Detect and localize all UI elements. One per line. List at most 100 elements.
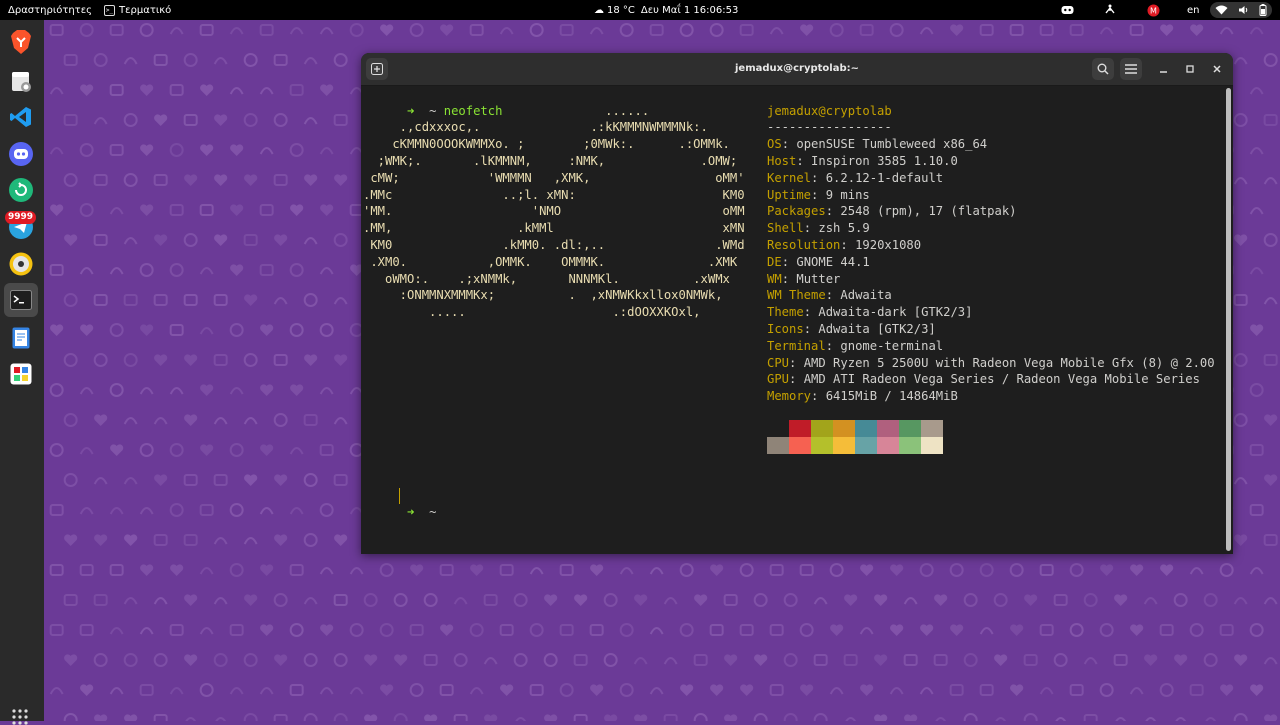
gmail-tray-icon[interactable]: M: [1146, 3, 1160, 17]
ascii-art-line: ..... .:dOOXXKOxl,: [363, 305, 701, 320]
user-host-label: jemadux@cryptolab: [767, 103, 892, 118]
palette-swatch: [767, 420, 789, 437]
info-value: Mutter: [796, 271, 841, 286]
dock-software[interactable]: [7, 360, 35, 388]
close-button[interactable]: [1206, 58, 1228, 80]
maximize-button[interactable]: [1179, 58, 1201, 80]
info-value: AMD Ryzen 5 2500U with Radeon Vega Mobil…: [803, 355, 1215, 370]
wifi-icon: [1215, 5, 1228, 15]
dock-discord[interactable]: [7, 140, 35, 168]
info-value: Adwaita [GTK2/3]: [818, 321, 936, 336]
palette-swatch: [833, 437, 855, 454]
info-value: GNOME 44.1: [796, 254, 870, 269]
ascii-art-line: .XM0. ,OMMK. OMMMK. .XMK: [363, 254, 738, 269]
software-center-icon: [10, 363, 32, 385]
activities-button[interactable]: Δραστηριότητες: [8, 0, 92, 20]
activities-label: Δραστηριότητες: [8, 4, 92, 16]
palette-swatch: [899, 437, 921, 454]
maximize-icon: [1186, 65, 1194, 73]
dock-file-manager[interactable]: [7, 67, 35, 95]
palette-swatch: [899, 420, 921, 437]
info-row: WM Theme: Adwaita: [767, 288, 892, 303]
info-row: Packages: 2548 (rpm), 17 (flatpak): [767, 204, 1017, 219]
info-row: Shell: zsh 5.9: [767, 221, 870, 236]
info-row: Memory: 6415MiB / 14864MiB: [767, 389, 958, 404]
hamburger-menu-icon: [1125, 64, 1137, 74]
vscode-icon: [10, 107, 31, 127]
separator-line: -----------------: [767, 120, 892, 135]
info-key: CPU: [767, 355, 790, 370]
info-value: zsh 5.9: [818, 221, 870, 236]
info-row: Terminal: gnome-terminal: [767, 338, 944, 353]
palette-swatch: [767, 437, 789, 454]
accessibility-tray-icon[interactable]: [1103, 3, 1117, 17]
ascii-art-line: .,cdxxxoc,. .:kKMMMNWMMMNk:.: [363, 120, 708, 135]
terminal-window[interactable]: jemadux@cryptolab:~ ➜ ~ neofetch ......: [361, 53, 1233, 554]
dock-text-editor[interactable]: [7, 324, 35, 352]
info-key: GPU: [767, 372, 790, 387]
info-key: Memory: [767, 389, 812, 404]
info-key: OS: [767, 137, 782, 152]
info-key: WM Theme: [767, 288, 826, 303]
info-row: OS: openSUSE Tumbleweed x86_64: [767, 137, 988, 152]
palette-swatch: [921, 437, 943, 454]
close-icon: [1213, 65, 1221, 73]
telegram-unread-badge: 9999: [5, 211, 37, 224]
datetime-label: Δευ Μαΐ 1 16:06:53: [640, 4, 739, 16]
info-key: Host: [767, 153, 797, 168]
app-menu[interactable]: >_ Τερματικό: [104, 0, 171, 20]
info-row: CPU: AMD Ryzen 5 2500U with Radeon Vega …: [767, 355, 1215, 370]
info-value: openSUSE Tumbleweed x86_64: [796, 137, 988, 152]
terminal-headerbar[interactable]: jemadux@cryptolab:~: [361, 53, 1233, 86]
language-indicator[interactable]: en: [1187, 0, 1200, 20]
palette-swatch: [811, 420, 833, 437]
ascii-art-line: oWMO:. .;xNMMk, NNNMKl. .xWMx: [363, 271, 730, 286]
show-apps-icon[interactable]: [12, 709, 28, 725]
app-name-label: Τερματικό: [119, 4, 172, 16]
info-value: 9 mins: [825, 187, 870, 202]
system-menu[interactable]: [1210, 2, 1272, 18]
terminal-output[interactable]: ➜ ~ neofetch ...... .,cdxxxoc,. .:kKMMMN…: [361, 86, 1224, 554]
ascii-art-line: KM0 .kMM0. .dl:,.. .WMd: [363, 237, 745, 252]
palette-swatch: [877, 420, 899, 437]
info-row: Icons: Adwaita [GTK2/3]: [767, 321, 936, 336]
weather-icon: ☁: [594, 4, 604, 16]
language-label: en: [1187, 4, 1200, 16]
brave-icon: [11, 30, 31, 54]
gitkraken-icon: [9, 178, 33, 202]
music-player-icon: [9, 252, 33, 276]
info-key: Packages: [767, 204, 826, 219]
dock-vscode[interactable]: [7, 103, 35, 131]
dash-dock: 9999: [0, 20, 44, 725]
info-value: Adwaita-dark [GTK2/3]: [818, 305, 973, 320]
clock-button[interactable]: ☁ 18 °C Δευ Μαΐ 1 16:06:53: [594, 0, 738, 20]
info-key: WM: [767, 271, 782, 286]
palette-swatch: [855, 420, 877, 437]
dock-git-client[interactable]: [7, 176, 35, 204]
info-value: 1920x1080: [855, 237, 922, 252]
info-value: AMD ATI Radeon Vega Series / Radeon Vega…: [803, 372, 1200, 387]
discord-icon: [9, 142, 33, 166]
info-key: Theme: [767, 305, 804, 320]
palette-swatch: [811, 437, 833, 454]
info-row: WM: Mutter: [767, 271, 841, 286]
palette-swatch: [833, 420, 855, 437]
info-row: Resolution: 1920x1080: [767, 237, 922, 252]
info-key: Icons: [767, 321, 804, 336]
minimize-button[interactable]: [1153, 58, 1175, 80]
menu-button[interactable]: [1120, 58, 1142, 80]
dock-rhythmbox[interactable]: [7, 250, 35, 278]
info-row: Uptime: 9 mins: [767, 187, 870, 202]
dock-terminal[interactable]: [4, 283, 38, 317]
terminal-scrollbar[interactable]: [1226, 88, 1231, 551]
info-row: Kernel: 6.2.12-1-default: [767, 170, 944, 185]
ascii-art-line: 'MM. 'NMO oMM: [363, 204, 745, 219]
info-key: Resolution: [767, 237, 841, 252]
discord-tray-icon[interactable]: [1060, 3, 1074, 17]
search-button[interactable]: [1092, 58, 1114, 80]
prompt-arrow: ➜: [407, 504, 415, 519]
ascii-art-line: :ONMMNXMMMKx; . ,xNMWKkxllox0NMWk,: [363, 288, 723, 303]
top-bar: Δραστηριότητες >_ Τερματικό ☁ 18 °C Δευ …: [0, 0, 1280, 20]
info-key: Shell: [767, 221, 804, 236]
dock-brave-browser[interactable]: [7, 28, 35, 56]
